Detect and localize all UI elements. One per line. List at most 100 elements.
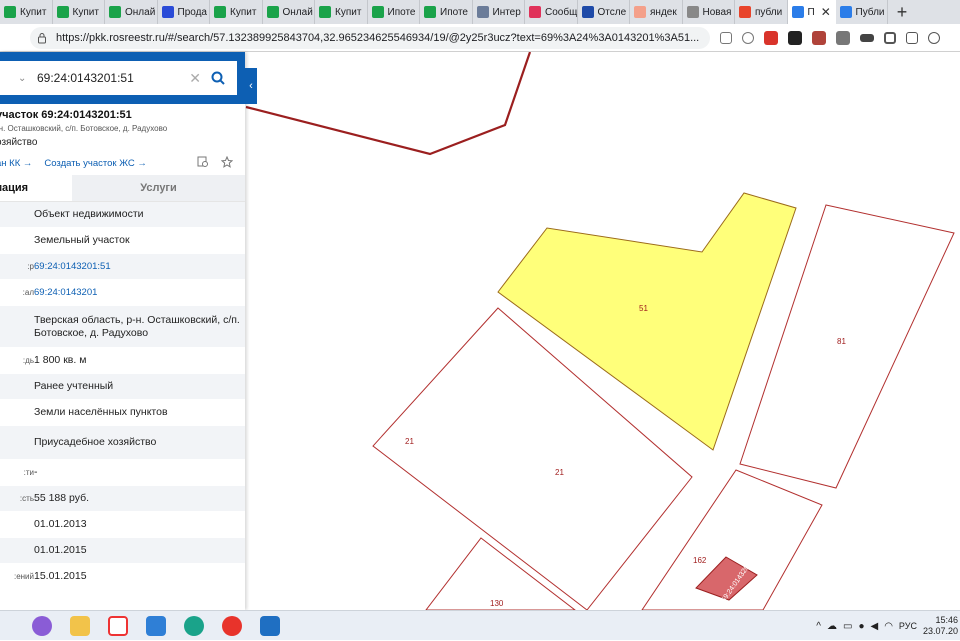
browser-tab[interactable]: Онлай <box>105 0 158 24</box>
attribute-row: Ранее учтенный <box>0 374 245 400</box>
panel-actions <box>197 156 233 168</box>
language-indicator[interactable]: РУС <box>899 621 917 631</box>
parcel-label-162: 162 <box>693 556 707 565</box>
tab-favicon-icon <box>319 6 331 18</box>
new-tab-button[interactable]: + <box>888 0 916 24</box>
browser-tab[interactable]: Купит <box>315 0 368 24</box>
tab-label: Прода <box>177 6 208 18</box>
browser-tab[interactable]: Онлай <box>263 0 315 24</box>
chevron-down-icon[interactable]: ⌄ <box>18 73 28 84</box>
parcel-label-51: 51 <box>639 304 648 313</box>
search-icon[interactable] <box>211 71 225 85</box>
browser-tab[interactable]: публи <box>735 0 788 24</box>
favorite-icon[interactable] <box>742 31 754 44</box>
parcel-title: участок 69:24:0143201:51 <box>0 109 132 121</box>
search-document-icon[interactable] <box>197 156 209 168</box>
browser-tab[interactable]: яндек <box>630 0 683 24</box>
browser-tab[interactable]: Купит <box>53 0 105 24</box>
volume-icon[interactable]: ◀ <box>870 621 878 632</box>
tab-information[interactable]: мация <box>0 175 72 201</box>
profile-icon[interactable] <box>928 31 940 44</box>
tab-favicon-icon <box>581 6 594 18</box>
attribute-row: 01.01.2015 <box>0 538 245 564</box>
attribute-row: Земли населённых пунктов <box>0 400 245 426</box>
tab-label: Онлай <box>125 6 156 18</box>
browser-tab[interactable]: Новая <box>683 0 735 24</box>
yandex-icon[interactable] <box>222 615 242 636</box>
cortana-icon[interactable] <box>32 615 52 636</box>
mail-icon[interactable] <box>260 615 280 636</box>
create-parcel-link[interactable]: Создать участок ЖС → <box>44 158 146 169</box>
browser-tab[interactable]: Интер <box>473 0 525 24</box>
file-explorer-icon[interactable] <box>70 615 90 636</box>
attribute-value: Объект недвижимости <box>34 208 144 220</box>
tab-label: Новая <box>702 6 732 18</box>
read-aloud-icon[interactable] <box>720 31 732 44</box>
close-tab-icon[interactable]: ✕ <box>821 5 831 19</box>
browser-tab[interactable]: Сообщ <box>525 0 578 24</box>
collapse-panel-button[interactable]: ‹ <box>245 68 257 104</box>
lock-icon <box>38 32 46 43</box>
tab-favicon-icon <box>424 6 436 18</box>
attribute-value[interactable]: 69:24:0143201 <box>34 286 245 299</box>
taskbar-apps <box>32 615 280 636</box>
district-boundary <box>245 52 532 156</box>
tray-up-icon[interactable]: ^ <box>816 621 821 632</box>
attribute-row: Объект недвижимости <box>0 202 245 228</box>
address-bar: https://pkk.rosreestr.ru/#/search/57.132… <box>0 24 960 52</box>
url-text: https://pkk.rosreestr.ru/#/search/57.132… <box>56 31 700 44</box>
tab-favicon-icon <box>686 6 699 18</box>
browser-tab[interactable]: П ✕ <box>787 0 836 24</box>
cloud-icon[interactable]: ☁ <box>827 621 837 632</box>
attribute-table: Объект недвижимости Земельный участок р: 69… <box>0 202 245 590</box>
attribute-value: 55 188 руб. <box>34 492 90 504</box>
tab-favicon-icon <box>371 6 384 18</box>
network-icon[interactable]: ◠ <box>884 621 893 632</box>
search-input[interactable]: 69:24:0143201:51 <box>37 71 189 85</box>
parcel-label-21a: 21 <box>405 437 414 446</box>
extension-e-icon[interactable] <box>836 30 850 45</box>
attribute-value[interactable]: 69:24:0143201:51 <box>34 260 245 273</box>
clear-icon[interactable]: ✕ <box>189 70 201 87</box>
edge-icon[interactable] <box>184 615 204 636</box>
tab-services[interactable]: Услуги <box>72 175 245 201</box>
star-icon[interactable] <box>221 156 233 168</box>
microphone-icon[interactable]: ● <box>858 621 864 632</box>
browser-tab[interactable]: Купит <box>210 0 263 24</box>
tasks-icon[interactable] <box>146 615 166 636</box>
attribute-value: Земельный участок <box>34 234 130 246</box>
battery-icon[interactable]: ▭ <box>843 621 852 632</box>
tab-label: Ипоте <box>387 6 416 18</box>
collections-icon[interactable] <box>906 31 918 44</box>
tab-label: Публи <box>855 6 885 18</box>
extension-hat-icon[interactable] <box>860 33 874 42</box>
attribute-value: Приусадебное хозяйство <box>34 436 157 448</box>
browser-tab[interactable]: Отсле <box>578 0 630 24</box>
tab-label: Купит <box>72 6 99 18</box>
browser-tab[interactable]: Прода <box>158 0 210 24</box>
tab-favicon-icon <box>476 6 489 18</box>
tab-label: Интер <box>492 6 521 18</box>
tab-label: Купит <box>20 6 47 18</box>
attribute-key: сть: <box>19 494 34 503</box>
kk-plan-link[interactable]: ан КК → <box>0 158 32 169</box>
parcel-51-highlighted[interactable] <box>497 192 797 451</box>
extension-red-icon[interactable] <box>764 30 778 45</box>
browser-tab[interactable]: Ипоте <box>368 0 420 24</box>
extension-owl-icon[interactable] <box>812 30 826 45</box>
browser-tab-strip: Купит Купит Онлай Прода Купит Онлай Купит Ипоте… <box>0 0 960 24</box>
tab-label: Купит <box>230 6 257 18</box>
yandex-browser-icon[interactable] <box>108 615 128 636</box>
search-header: ⌄ 69:24:0143201:51 ✕ <box>0 52 245 104</box>
parcel-subtitle: -н. Осташковский, с/п. Ботовское, д. Рад… <box>0 124 168 133</box>
browser-tab[interactable]: Ипоте <box>420 0 473 24</box>
browser-tab[interactable]: Купит <box>0 0 53 24</box>
url-field[interactable]: https://pkk.rosreestr.ru/#/search/57.132… <box>30 26 710 49</box>
extension-k-icon[interactable] <box>788 30 802 45</box>
attribute-row: дь: 1 800 кв. м <box>0 348 245 374</box>
browser-tab[interactable]: Публи <box>836 0 888 24</box>
extensions-puzzle-icon[interactable] <box>884 31 896 44</box>
clock[interactable]: 15:46 23.07.20 <box>923 615 958 637</box>
attribute-row: р: 69:24:0143201:51 <box>0 254 245 280</box>
tab-favicon-icon <box>161 6 174 18</box>
